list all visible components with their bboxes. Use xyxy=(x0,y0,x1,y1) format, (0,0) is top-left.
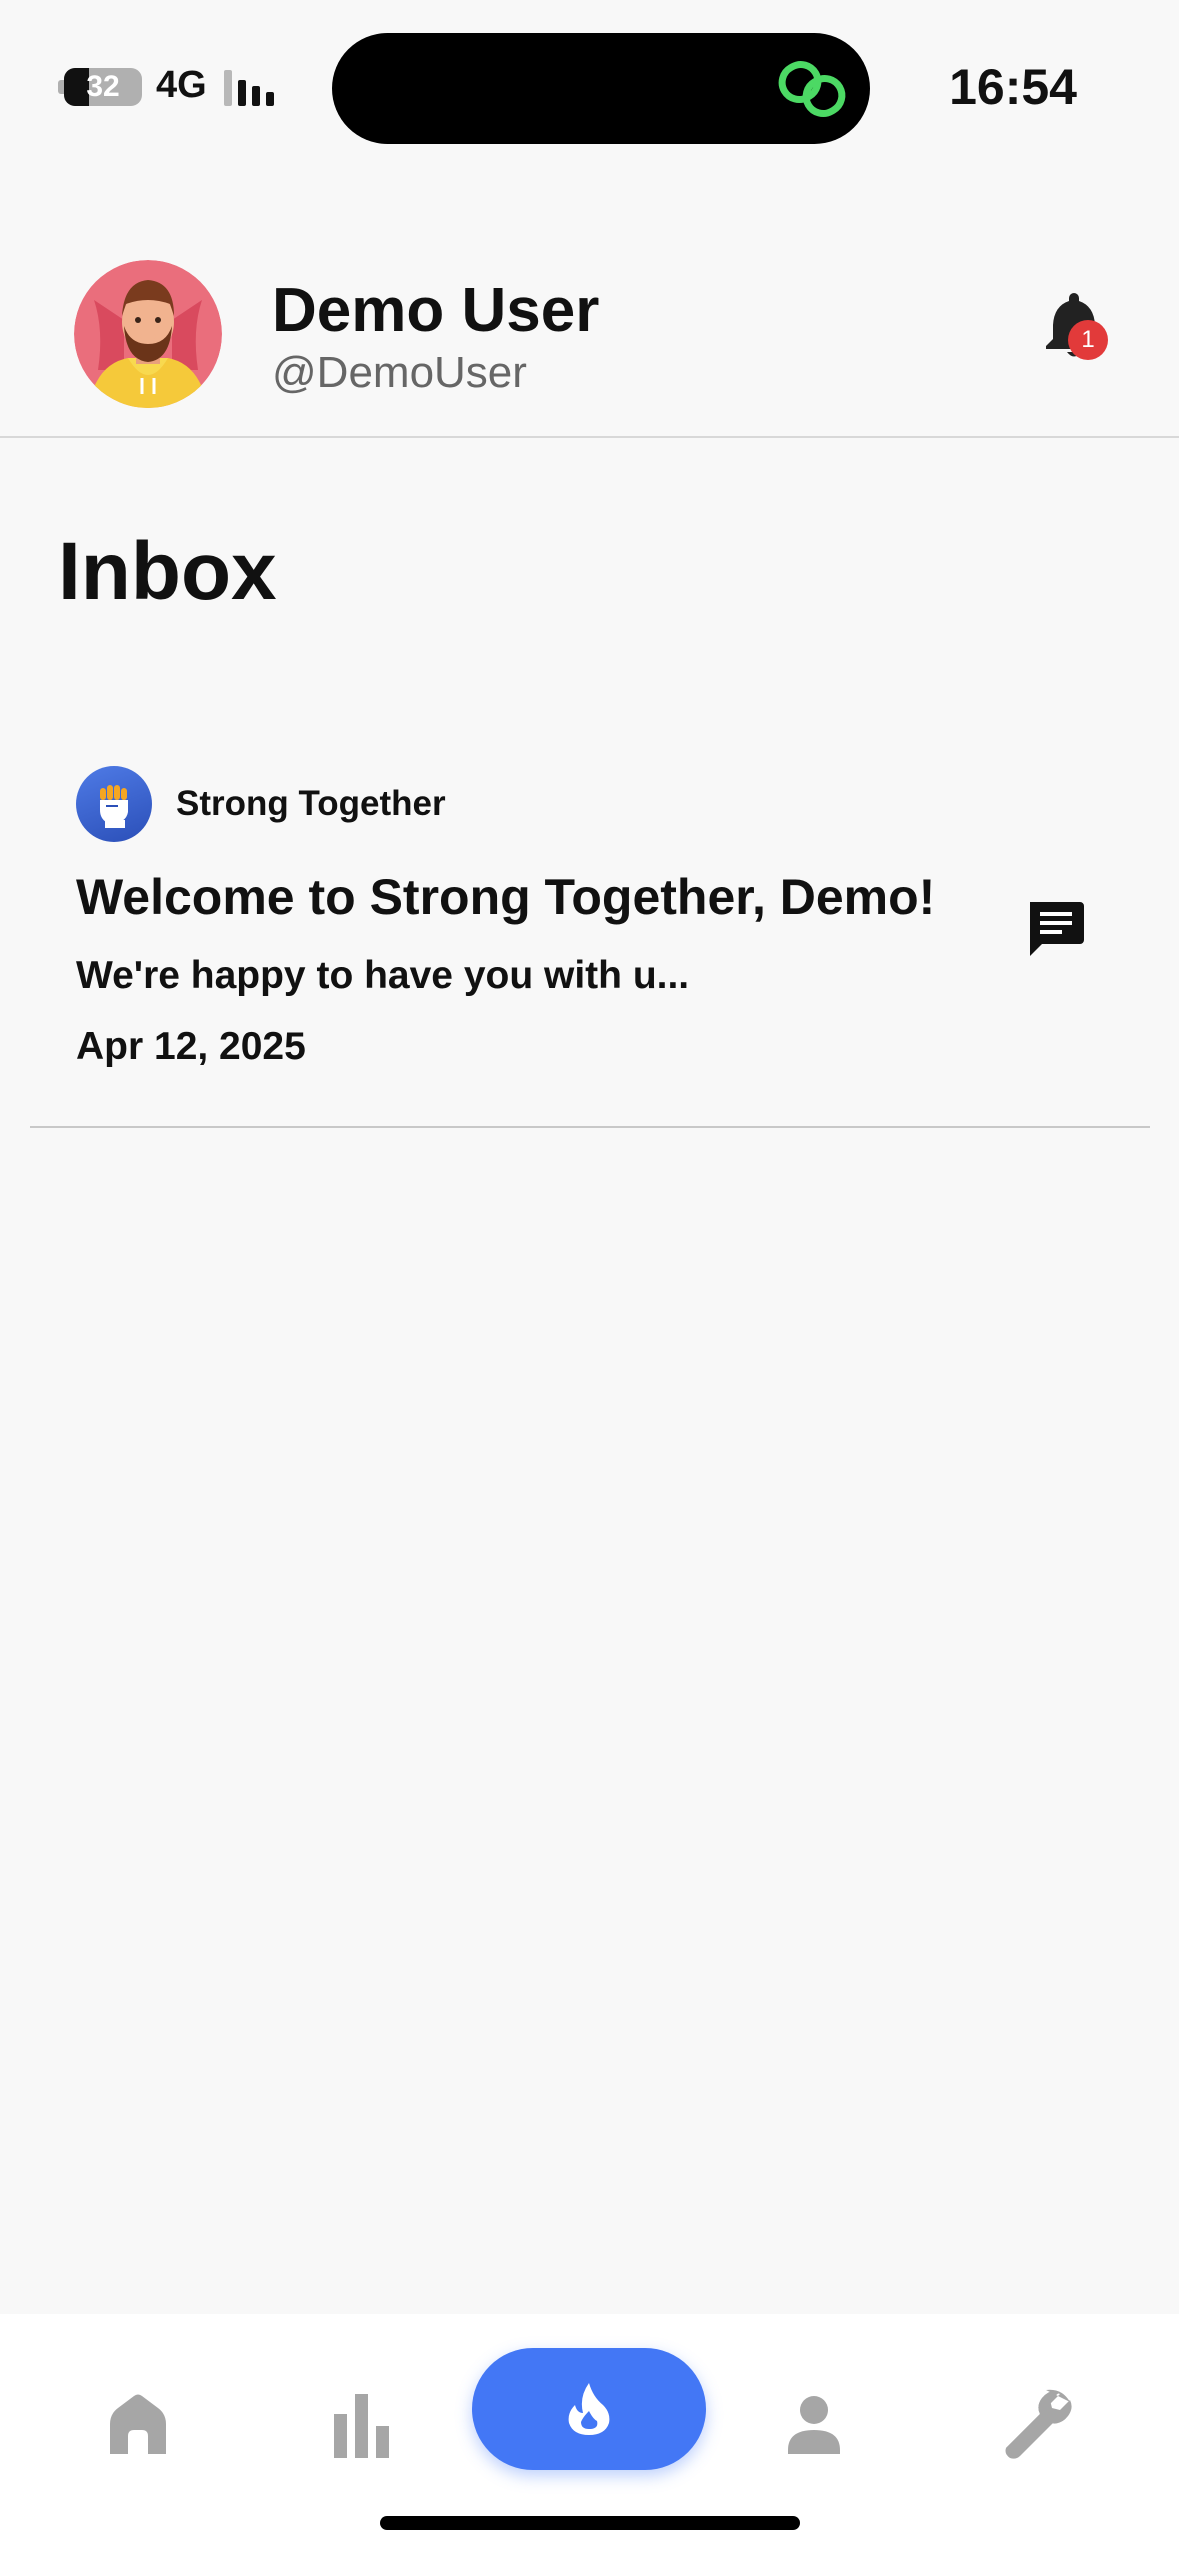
battery-icon: 32 xyxy=(64,68,142,106)
avatar-image xyxy=(74,260,222,408)
user-handle: @DemoUser xyxy=(272,348,527,397)
message-preview: We're happy to have you with u... xyxy=(76,954,690,997)
group-name: Strong Together xyxy=(176,784,446,823)
bar-chart-icon[interactable] xyxy=(322,2384,402,2464)
flame-icon xyxy=(568,2383,610,2435)
home-indicator[interactable] xyxy=(380,2516,800,2530)
link-icon xyxy=(778,61,846,117)
person-icon[interactable] xyxy=(774,2384,854,2464)
avatar[interactable] xyxy=(74,260,222,408)
home-icon[interactable] xyxy=(98,2384,178,2464)
profile-header: Demo User @DemoUser 1 xyxy=(0,180,1179,438)
signal-icon xyxy=(224,70,284,106)
nav-fab-button[interactable] xyxy=(472,2348,706,2470)
page-title: Inbox xyxy=(58,526,277,617)
network-type: 4G xyxy=(156,64,207,106)
clock: 16:54 xyxy=(949,59,1077,115)
message-date: Apr 12, 2025 xyxy=(76,1025,306,1068)
battery-percent: 32 xyxy=(86,70,120,103)
dynamic-island xyxy=(332,33,870,144)
wrench-icon[interactable] xyxy=(998,2384,1078,2464)
message-title: Welcome to Strong Together, Demo! xyxy=(76,869,936,925)
chat-bubble-icon xyxy=(1030,902,1084,956)
status-bar: 32 4G 16:54 xyxy=(0,0,1179,180)
notification-badge: 1 xyxy=(1068,320,1108,360)
list-item[interactable]: Strong Together Welcome to Strong Togeth… xyxy=(30,740,1150,1128)
group-logo xyxy=(76,766,152,842)
fist-icon xyxy=(100,785,128,828)
user-name: Demo User xyxy=(272,276,600,345)
